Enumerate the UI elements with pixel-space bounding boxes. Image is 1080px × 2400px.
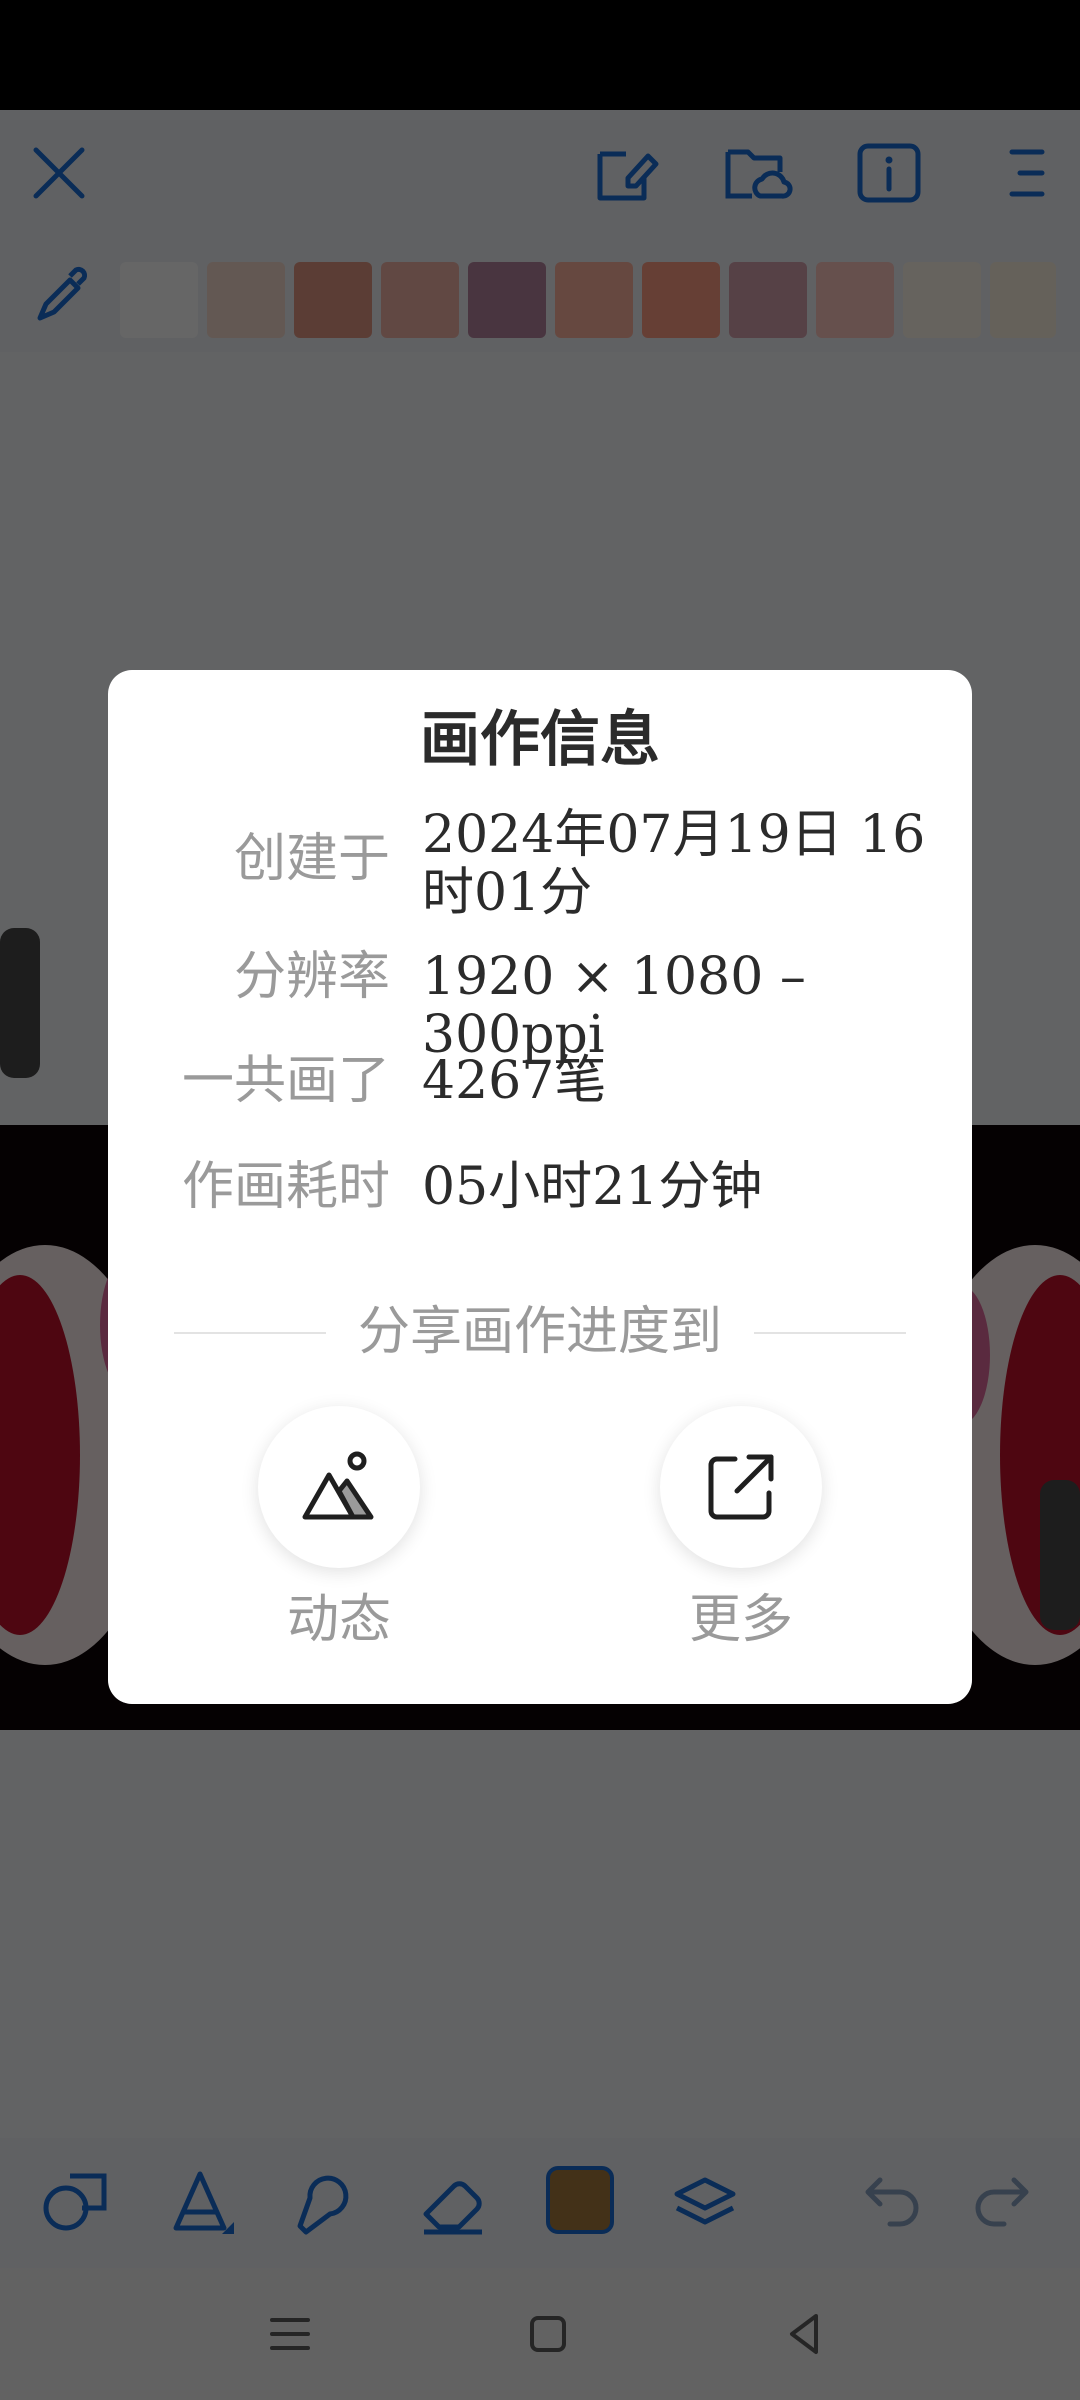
stroke-count-value: 4267笔 — [422, 1051, 607, 1111]
share-more-button[interactable] — [660, 1406, 822, 1568]
resolution-value: 1920 × 1080 – 300ppi — [422, 947, 806, 1065]
stroke-count-label: 一共画了 — [181, 1051, 390, 1111]
image-icon — [302, 1451, 374, 1520]
divider-right — [754, 1332, 906, 1334]
drawing-time-value: 05小时21分钟 — [422, 1157, 763, 1217]
created-value: 2024年07月19日 16时01分 — [422, 805, 926, 923]
resolution-label: 分辨率 — [233, 947, 390, 1007]
share-external-icon — [708, 1454, 774, 1520]
share-moments-label: 动态 — [286, 1590, 391, 1650]
share-moments-button[interactable] — [258, 1406, 420, 1568]
share-more-label: 更多 — [688, 1590, 793, 1650]
created-label: 创建于 — [233, 829, 390, 889]
dialog-title: 画作信息 — [420, 705, 660, 775]
drawing-time-label: 作画耗时 — [181, 1157, 390, 1217]
artwork-info-dialog: 画作信息 创建于 2024年07月19日 16时01分 分辨率 1920 × 1… — [108, 670, 972, 1704]
